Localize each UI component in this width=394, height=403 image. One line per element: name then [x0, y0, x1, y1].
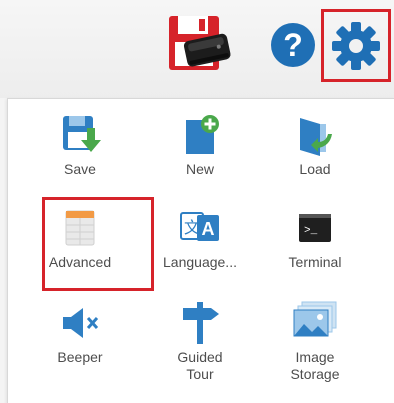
menu-item-label: Language...	[163, 254, 237, 270]
menu-item-terminal[interactable]: >_ Terminal	[265, 205, 365, 271]
menu-item-label-line2: Storage	[290, 366, 340, 382]
help-button[interactable]: ?	[264, 12, 322, 84]
menu-item-label: New	[185, 161, 214, 177]
gear-icon	[332, 22, 380, 70]
menu-item-save[interactable]: Save	[30, 112, 130, 178]
terminal-prompt-icon: >_	[299, 214, 331, 242]
menu-item-label-line1: Guided	[177, 349, 223, 365]
load-folder-arrow-icon	[300, 118, 332, 156]
floppy-disk-with-scanner-icon	[169, 16, 231, 70]
app-window: ? Save New Load Advanced 文 A Language...…	[0, 0, 394, 403]
menu-item-label-line2: Tour	[186, 366, 214, 382]
menu-item-beeper[interactable]: Beeper	[30, 300, 130, 366]
menu-item-label: Load	[299, 161, 331, 177]
menu-item-label: Advanced	[48, 254, 112, 270]
svg-text:A: A	[202, 219, 215, 239]
svg-text:>_: >_	[304, 225, 318, 237]
question-circle-icon: ?	[271, 23, 315, 67]
menu-item-load[interactable]: Load	[265, 112, 365, 178]
menu-item-language[interactable]: 文 A Language...	[150, 205, 250, 271]
language-translate-icon: 文 A	[180, 212, 219, 241]
top-toolbar: ?	[0, 0, 394, 98]
menu-item-new[interactable]: New	[150, 112, 250, 178]
menu-item-label-line1: Image	[295, 349, 335, 365]
menu-item-label: Save	[64, 161, 96, 177]
image-stack-icon	[293, 301, 337, 337]
menu-item-label: Terminal	[288, 254, 342, 270]
settings-button[interactable]	[321, 9, 391, 82]
save-down-arrow-icon	[63, 116, 101, 152]
menu-item-advanced[interactable]: Advanced	[30, 205, 130, 271]
speaker-mute-icon	[63, 308, 99, 338]
save-to-device-button[interactable]	[165, 12, 235, 84]
menu-item-image-storage[interactable]: Image Storage	[265, 300, 365, 383]
new-document-plus-icon	[186, 115, 219, 154]
svg-text:?: ?	[283, 27, 303, 63]
signpost-icon	[183, 302, 219, 344]
menu-item-label: Beeper	[57, 349, 103, 365]
advanced-table-icon	[65, 210, 95, 246]
menu-item-guided-tour[interactable]: Guided Tour	[150, 300, 250, 383]
